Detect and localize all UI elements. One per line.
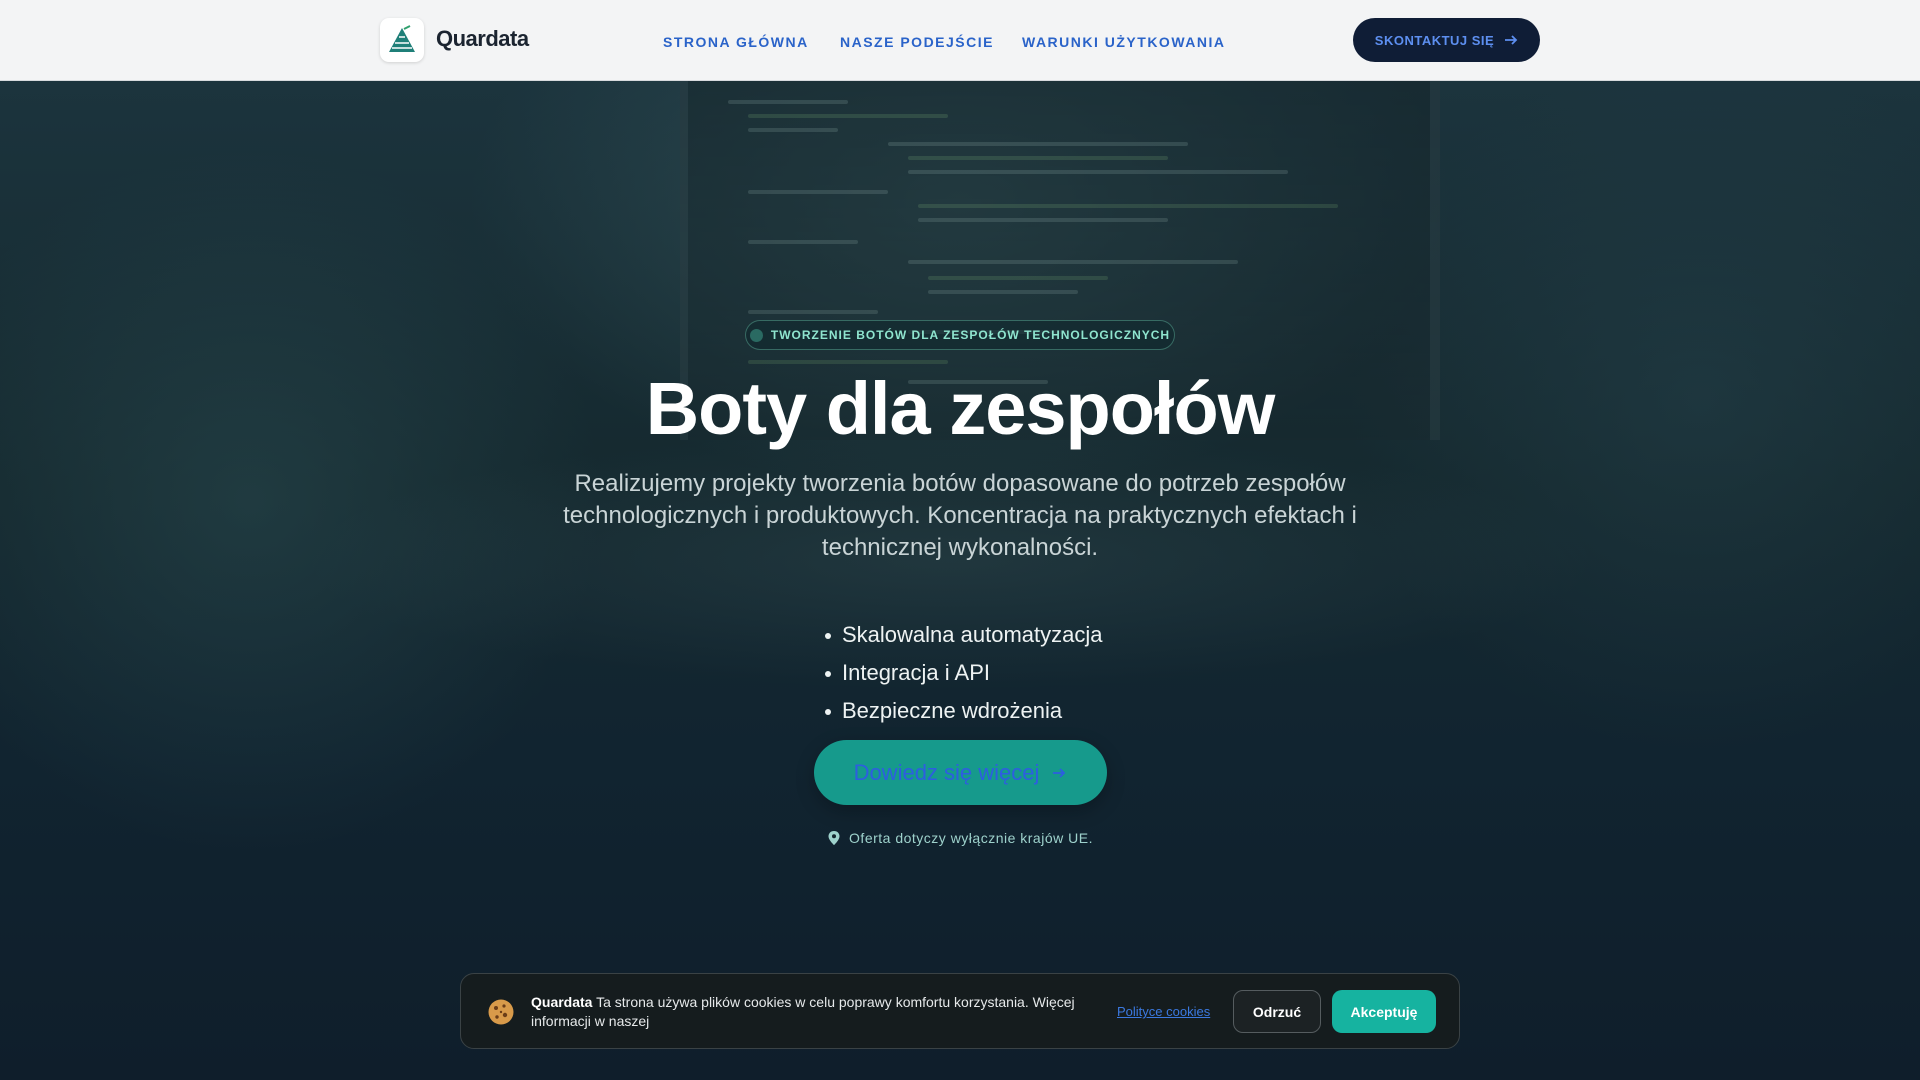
cookie-icon (488, 999, 514, 1025)
eu-note-text: Oferta dotyczy wyłącznie krajów UE. (849, 830, 1093, 846)
contact-button-label: SKONTAKTUJ SIĘ (1374, 32, 1495, 48)
arrow-right-icon (1505, 35, 1518, 45)
arrow-right-icon (1053, 767, 1066, 778)
cookie-text: Ta strona używa plików cookies w celu po… (531, 994, 1075, 1029)
hero-badge: TWORZENIE BOTÓW DLA ZESPOŁÓW TECHNOLOGIC… (745, 320, 1175, 350)
nav-approach[interactable]: NASZE PODEJŚCIE (840, 34, 994, 50)
reject-cookies-button[interactable]: Odrzuć (1233, 990, 1321, 1033)
cookie-policy-link[interactable]: Polityce cookies (1117, 1004, 1210, 1019)
site-header: Quardata STRONA GŁÓWNA NASZE PODEJŚCIE W… (0, 0, 1920, 81)
feature-item: Bezpieczne wdrożenia (824, 698, 1102, 736)
nav-terms[interactable]: WARUNKI UŻYTKOWANIA (1022, 34, 1226, 50)
feature-item: Skalowalna automatyzacja (824, 622, 1102, 660)
contact-button[interactable]: SKONTAKTUJ SIĘ (1353, 18, 1540, 62)
badge-label: TWORZENIE BOTÓW DLA ZESPOŁÓW TECHNOLOGIC… (770, 328, 1171, 342)
pyramid-logo-icon (389, 25, 415, 52)
logo[interactable] (380, 18, 424, 62)
accept-cookies-button[interactable]: Akceptuję (1332, 990, 1436, 1033)
eu-note: Oferta dotyczy wyłącznie krajów UE. (0, 830, 1920, 846)
brand-name[interactable]: Quardata (436, 26, 529, 52)
nav-home[interactable]: STRONA GŁÓWNA (663, 34, 809, 50)
learn-more-label: Dowiedz się więcej (853, 759, 1040, 785)
hero-title: Boty dla zespołów (645, 367, 1276, 450)
feature-list: Skalowalna automatyzacja Integracja i AP… (824, 622, 1102, 736)
cookie-message: Quardata Ta strona używa plików cookies … (531, 993, 1091, 1031)
learn-more-button[interactable]: Dowiedz się więcej (814, 740, 1107, 805)
cookie-brand: Quardata (531, 994, 593, 1010)
location-pin-icon (828, 831, 840, 845)
badge-dot-icon (749, 328, 763, 342)
hero-subtitle: Realizujemy projekty tworzenia botów dop… (563, 470, 1357, 561)
feature-item: Integracja i API (824, 660, 1102, 698)
cookie-banner: Quardata Ta strona używa plików cookies … (460, 973, 1460, 1049)
